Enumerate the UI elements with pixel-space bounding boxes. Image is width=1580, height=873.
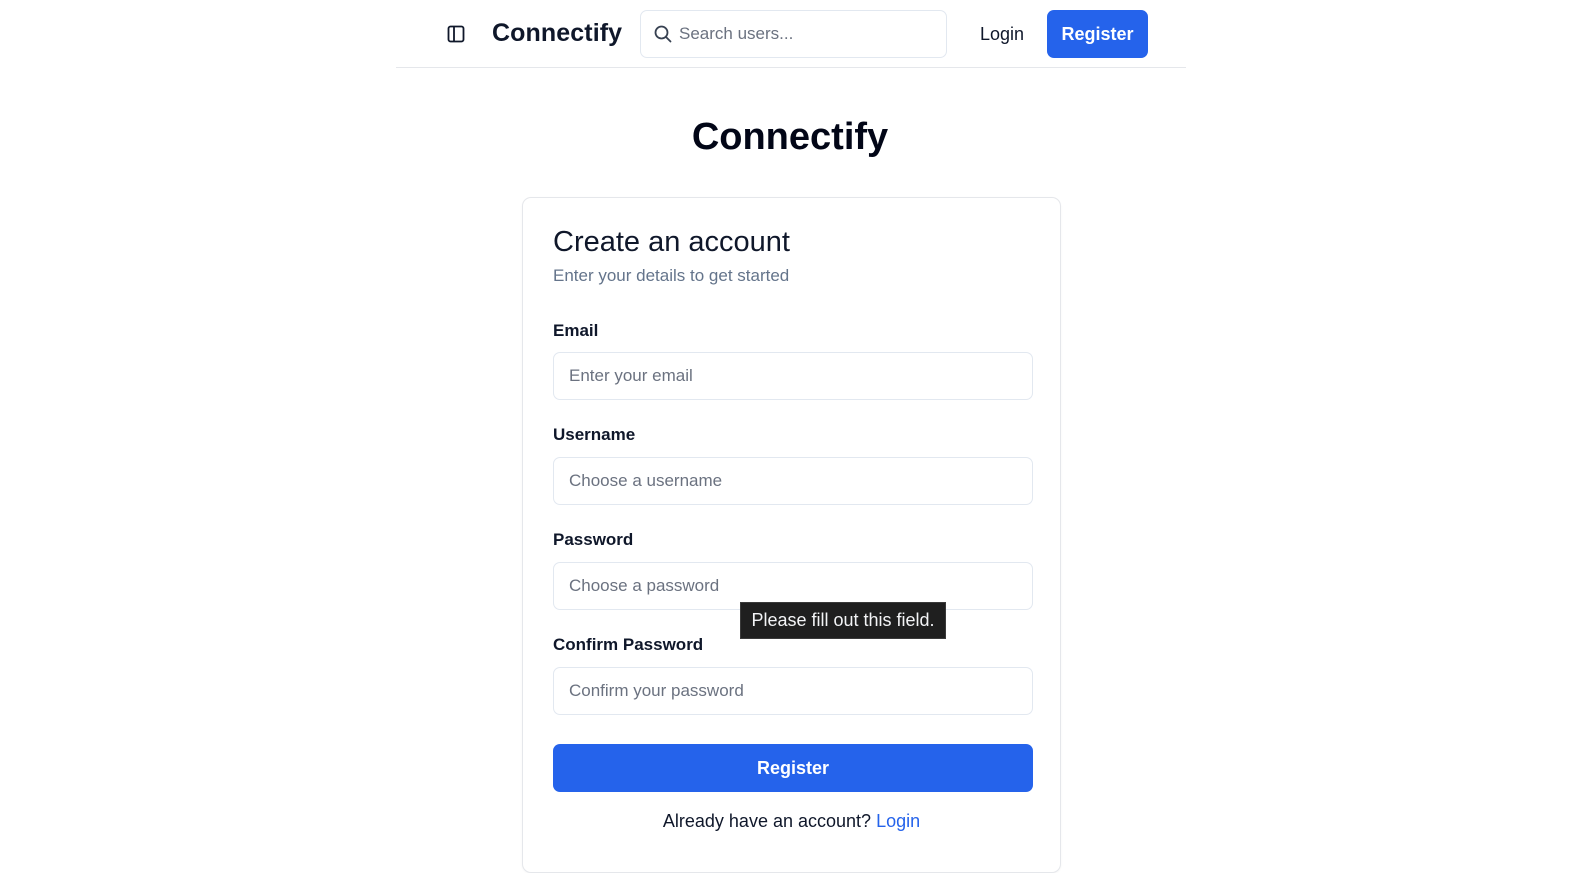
register-card: Create an account Enter your details to … xyxy=(522,197,1061,873)
validation-tooltip: Please fill out this field. xyxy=(740,602,946,639)
top-navigation-bar: Connectify Login Register xyxy=(396,0,1186,68)
confirm-password-field[interactable] xyxy=(553,667,1033,715)
brand-logo-text[interactable]: Connectify xyxy=(492,19,622,48)
form-title: Create an account xyxy=(553,226,790,258)
confirm-password-label: Confirm Password xyxy=(553,635,704,654)
username-label: Username xyxy=(553,425,636,444)
search-box[interactable] xyxy=(640,10,947,58)
username-field[interactable] xyxy=(553,457,1033,505)
panel-left-icon[interactable] xyxy=(446,24,466,44)
search-input[interactable] xyxy=(679,11,939,57)
email-label: Email xyxy=(553,321,599,340)
login-link[interactable]: Login xyxy=(876,811,920,831)
register-submit-button[interactable]: Register xyxy=(553,744,1033,792)
form-subtitle: Enter your details to get started xyxy=(553,266,790,285)
nav-login-link[interactable]: Login xyxy=(962,10,1042,58)
nav-register-button[interactable]: Register xyxy=(1047,10,1148,58)
email-field[interactable] xyxy=(553,352,1033,400)
page-title: Connectify xyxy=(691,116,889,158)
search-icon xyxy=(653,24,673,44)
login-prompt-text: Already have an account? xyxy=(662,811,872,831)
login-prompt: Already have an account? Login xyxy=(523,811,1060,832)
password-label: Password xyxy=(553,530,634,549)
